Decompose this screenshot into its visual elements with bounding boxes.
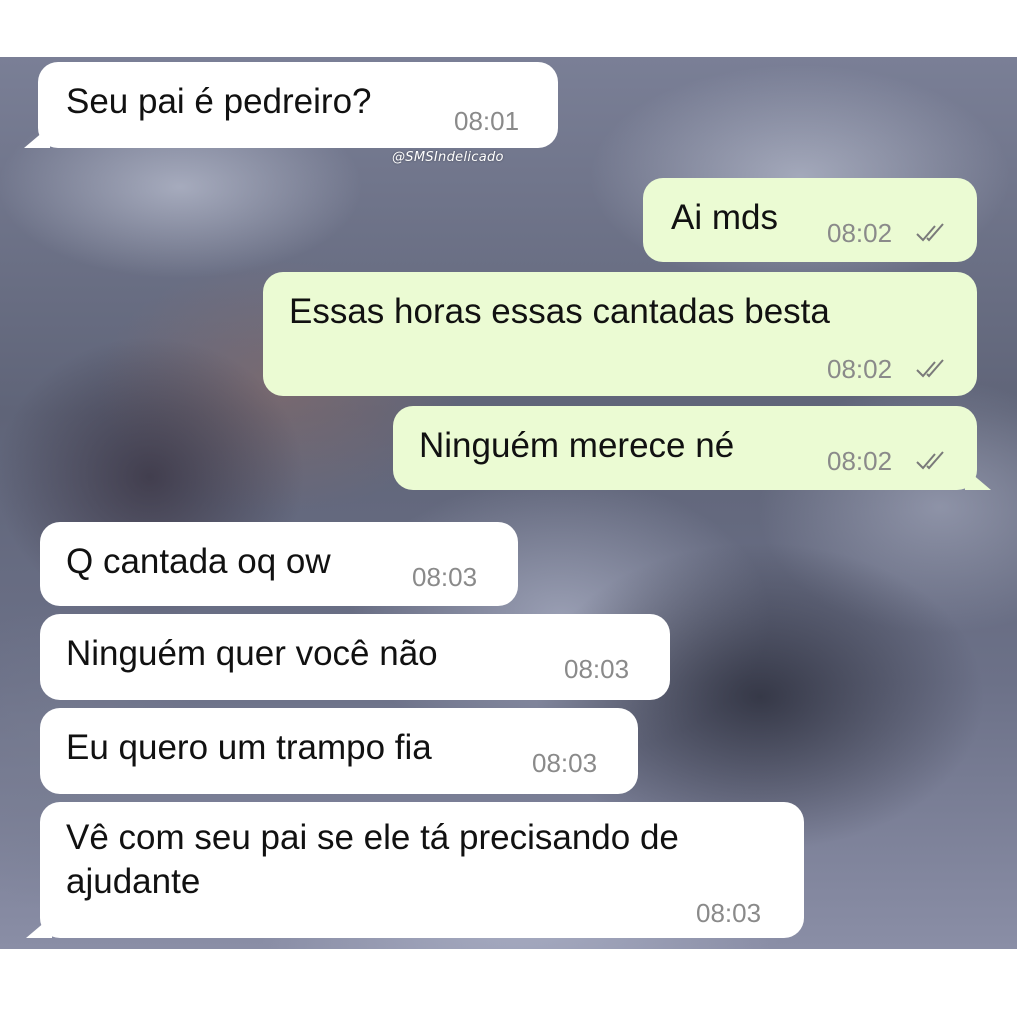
message-text: Seu pai é pedreiro?	[66, 82, 372, 121]
message-time: 08:03	[564, 654, 630, 684]
message-time: 08:02	[827, 354, 893, 384]
message-time: 08:03	[412, 562, 478, 592]
message-bubble-outgoing[interactable]: Ai mds 08:02	[643, 178, 977, 262]
message-bubble-incoming[interactable]: Q cantada oq ow 08:03	[40, 522, 518, 606]
read-double-check-icon	[916, 359, 944, 378]
read-double-check-icon	[916, 223, 944, 242]
message-time: 08:02	[827, 446, 893, 476]
message-text: Essas horas essas cantadas besta	[289, 292, 830, 331]
message-text: Eu quero um trampo fia	[66, 728, 432, 767]
message-time: 08:02	[827, 218, 893, 248]
watermark: @SMSIndelicado	[392, 150, 504, 165]
message-bubble-outgoing[interactable]: Essas horas essas cantadas besta 08:02	[263, 272, 977, 396]
read-double-check-icon	[916, 451, 944, 470]
message-text: Ai mds	[671, 198, 778, 237]
message-bubble-outgoing[interactable]: Ninguém merece né 08:02	[393, 406, 991, 490]
message-text: Ninguém quer você não	[66, 634, 438, 673]
message-text: Q cantada oq ow	[66, 542, 331, 581]
message-time: 08:01	[454, 106, 520, 136]
message-bubble-incoming[interactable]: Eu quero um trampo fia 08:03	[40, 708, 638, 794]
message-bubble-incoming[interactable]: Seu pai é pedreiro? 08:01	[24, 62, 558, 148]
message-text: Ninguém merece né	[419, 426, 735, 465]
message-bubble-incoming[interactable]: Ninguém quer você não 08:03	[40, 614, 670, 700]
message-time: 08:03	[696, 898, 762, 928]
message-time: 08:03	[532, 748, 598, 778]
message-text: Vê com seu pai se ele tá precisando de a…	[66, 818, 679, 901]
message-bubble-incoming[interactable]: Vê com seu pai se ele tá precisando de a…	[26, 802, 804, 938]
